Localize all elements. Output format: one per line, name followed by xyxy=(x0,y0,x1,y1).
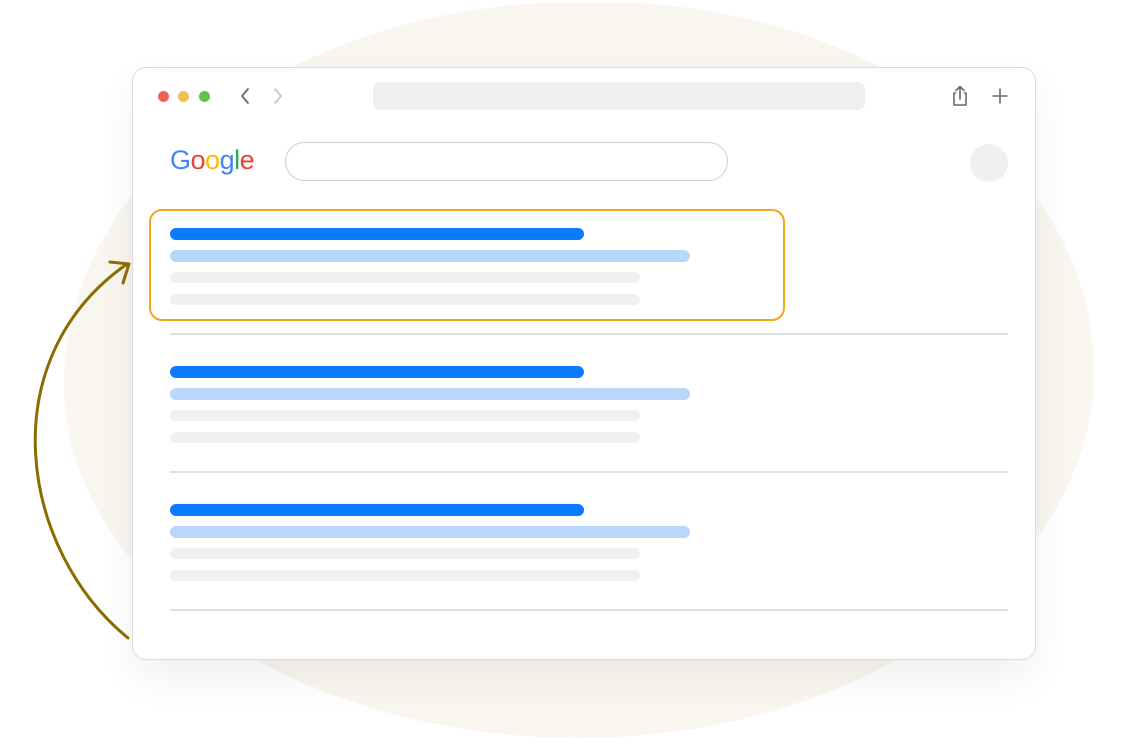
google-logo: Google xyxy=(170,142,255,178)
back-chevron-icon[interactable] xyxy=(235,85,255,107)
address-bar[interactable] xyxy=(373,82,865,110)
search-input[interactable] xyxy=(285,142,728,181)
result-snippet-placeholder xyxy=(170,272,640,283)
result-divider xyxy=(170,471,1008,473)
result-title-placeholder[interactable] xyxy=(170,228,584,240)
result-url-placeholder xyxy=(170,526,690,538)
forward-chevron-icon[interactable] xyxy=(268,85,288,107)
result-snippet-placeholder xyxy=(170,432,640,443)
logo-letter: g xyxy=(219,145,235,175)
result-snippet-placeholder xyxy=(170,294,640,305)
result-snippet-placeholder xyxy=(170,410,640,421)
result-url-placeholder xyxy=(170,388,690,400)
avatar[interactable] xyxy=(970,144,1008,182)
browser-window: Google xyxy=(132,67,1036,660)
result-title-placeholder[interactable] xyxy=(170,366,584,378)
maximize-window-button[interactable] xyxy=(199,91,210,102)
logo-letter: e xyxy=(239,145,255,175)
logo-letter: G xyxy=(170,145,191,175)
minimize-window-button[interactable] xyxy=(178,91,189,102)
share-icon[interactable] xyxy=(949,84,971,108)
result-divider xyxy=(170,333,1008,335)
result-divider xyxy=(170,609,1008,611)
close-window-button[interactable] xyxy=(158,91,169,102)
result-title-placeholder[interactable] xyxy=(170,504,584,516)
result-snippet-placeholder xyxy=(170,548,640,559)
logo-letter: o xyxy=(190,145,206,175)
logo-letter: o xyxy=(205,145,220,175)
new-tab-plus-icon[interactable] xyxy=(990,86,1010,106)
result-url-placeholder xyxy=(170,250,690,262)
result-snippet-placeholder xyxy=(170,570,640,581)
